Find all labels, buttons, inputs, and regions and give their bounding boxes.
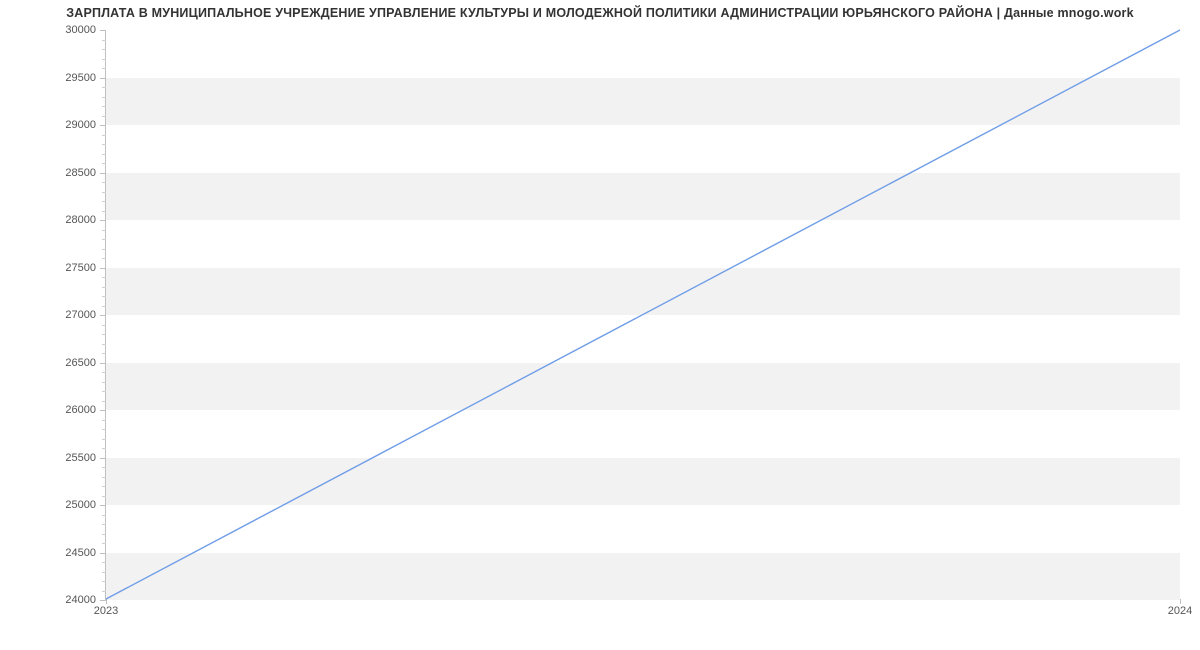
y-tick-label: 24000 xyxy=(65,594,96,606)
y-tick-label: 26000 xyxy=(65,404,96,416)
y-tick-label: 27000 xyxy=(65,309,96,321)
y-tick-label: 30000 xyxy=(65,24,96,36)
y-tick-label: 27500 xyxy=(65,262,96,274)
x-tick-label: 2024 xyxy=(1168,605,1192,617)
y-tick-label: 29500 xyxy=(65,72,96,84)
y-tick-label: 25000 xyxy=(65,499,96,511)
data-line xyxy=(106,30,1180,599)
salary-line-chart: ЗАРПЛАТА В МУНИЦИПАЛЬНОЕ УЧРЕЖДЕНИЕ УПРА… xyxy=(0,0,1200,650)
x-tick-label: 2023 xyxy=(94,605,118,617)
y-tick-label: 26500 xyxy=(65,357,96,369)
y-tick-label: 29000 xyxy=(65,119,96,131)
plot-area: 30000 29500 29000 28500 28000 27500 2700… xyxy=(105,30,1180,600)
y-tick-label: 28500 xyxy=(65,167,96,179)
chart-title: ЗАРПЛАТА В МУНИЦИПАЛЬНОЕ УЧРЕЖДЕНИЕ УПРА… xyxy=(0,6,1200,20)
y-tick-label: 24500 xyxy=(65,547,96,559)
x-tick xyxy=(1180,599,1181,604)
y-tick-label: 25500 xyxy=(65,452,96,464)
y-tick-label: 28000 xyxy=(65,214,96,226)
x-tick xyxy=(106,599,107,604)
